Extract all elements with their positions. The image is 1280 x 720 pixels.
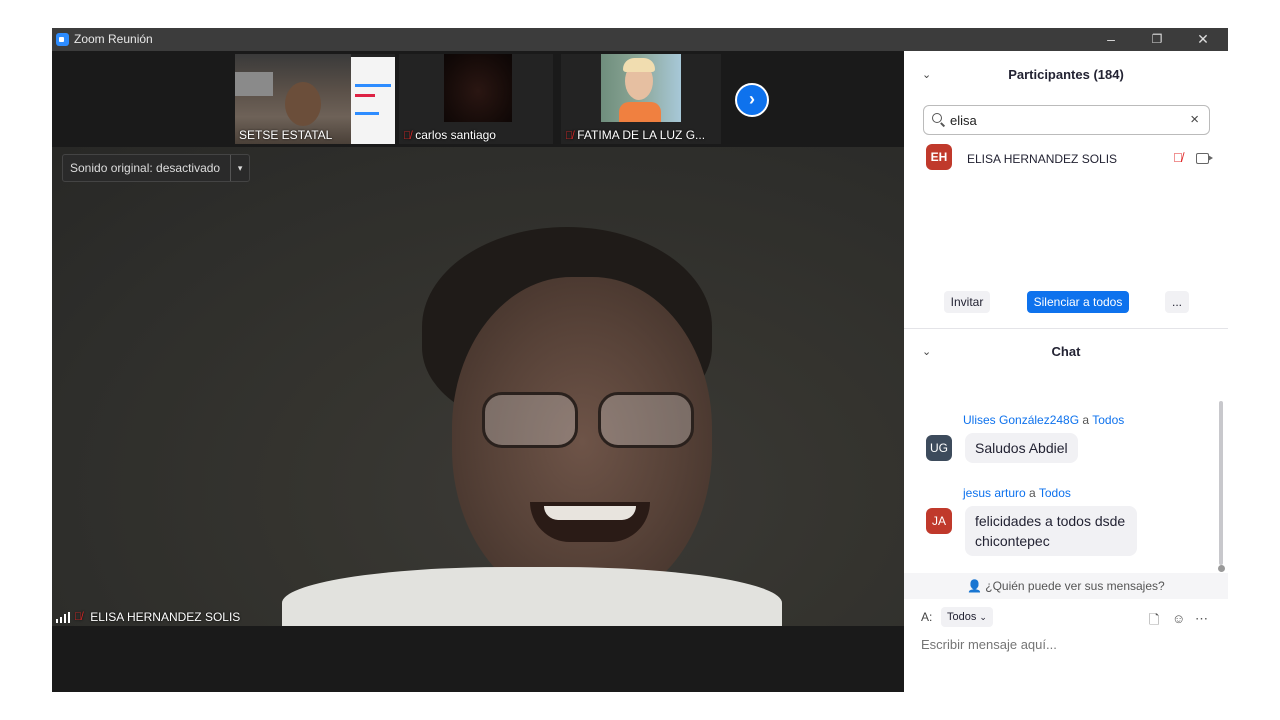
thumbnail-name: 🎙̸ FATIMA DE LA LUZ G... [565,128,705,142]
window-title: Zoom Reunión [74,32,153,46]
recipient-dropdown[interactable]: Todos ⌄ [941,607,993,627]
thumbnail-image-detail [235,72,273,96]
mic-muted-icon: 🎙̸ [565,130,574,142]
participant-search[interactable]: × [923,105,1210,135]
person-icon: 👤 [967,579,983,593]
section-divider [904,328,1228,329]
to-label: A: [921,610,933,624]
video-camera-icon[interactable] [1196,153,1209,164]
file-icon[interactable]: 🗋 [1149,611,1159,633]
active-speaker-video: Sonido original: desactivado ▾ 🎙̸ ELISA … [52,147,904,626]
chat-message-bubble: Saludos Abdiel [965,433,1078,463]
mic-muted-icon[interactable]: 🎙̸ [1173,150,1183,165]
speaker-name-label: 🎙̸ ELISA HERNANDEZ SOLIS [56,610,240,624]
mute-all-button[interactable]: Silenciar a todos [1027,291,1129,313]
chat-message-sender: jesus arturo a Todos [963,486,1071,500]
more-options-button[interactable]: ... [1165,291,1189,313]
participant-name: ELISA HERNANDEZ SOLIS [967,152,1118,166]
mic-muted-icon: 🎙̸ [74,611,83,623]
chat-message-sender: Ulises González248G a Todos [963,413,1124,427]
speaker-glasses [482,392,698,448]
avatar: JA [926,508,952,534]
zoom-window: Zoom Reunión – ❐ ✕ SETSE ESTATAL 🎙̸ carlo… [52,28,1228,692]
minimize-button[interactable]: – [1088,28,1134,51]
zoom-app-icon [56,33,69,46]
participant-row[interactable]: EH ELISA HERNANDEZ SOLIS 🎙̸ [926,144,1216,171]
chevron-down-icon: ⌄ [979,612,987,622]
thumbnail-screen-detail [355,84,391,87]
thumbnail-screen-detail [355,94,375,97]
thumbnail-shirt [619,102,661,122]
thumbnail-name: SETSE ESTATAL [239,128,333,142]
thumbnail-strip: SETSE ESTATAL 🎙̸ carlos santiago 🎙̸ FATIMA… [52,51,904,147]
speaker-name: ELISA HERNANDEZ SOLIS [90,610,241,624]
who-can-see-messages[interactable]: 👤 ¿Quién puede ver sus mensajes? [904,573,1228,599]
original-sound-label: Sonido original: desactivado [70,161,221,175]
thumbnail-screen-detail [355,112,379,115]
side-panel: ⌄ Participantes (184) × EH ELISA HERNAND… [904,51,1228,692]
participant-search-input[interactable] [950,111,1180,129]
restore-button[interactable]: ❐ [1134,28,1180,51]
who-can-see-text: ¿Quién puede ver sus mensajes? [985,579,1165,593]
search-icon [932,113,942,123]
thumbnail-image [444,54,512,122]
thumbnail-name-text: FATIMA DE LA LUZ G... [577,128,706,142]
clear-search-icon[interactable]: × [1190,111,1199,128]
chat-title: Chat [1051,344,1081,359]
more-icon[interactable]: ⋯ [1195,611,1208,627]
recipient-name: Todos [1092,413,1125,427]
thumbnail-hair [623,58,655,72]
thumbnail-face [285,82,321,126]
chat-message-input[interactable] [921,637,1211,652]
thumbnail-screen-share [351,57,395,144]
chat-message-bubble: felicidades a todos dsde chicontepec [965,506,1137,556]
close-button[interactable]: ✕ [1180,28,1226,51]
signal-strength-icon [56,611,70,623]
sender-to-separator: a [1029,486,1036,500]
title-bar: Zoom Reunión – ❐ ✕ [52,28,1228,51]
mic-muted-icon: 🎙̸ [403,130,412,142]
sender-name[interactable]: Ulises González248G [963,413,1079,427]
invite-button[interactable]: Invitar [944,291,990,313]
video-area: SETSE ESTATAL 🎙̸ carlos santiago 🎙̸ FATIMA… [52,51,904,692]
thumbnail-video[interactable]: 🎙̸ FATIMA DE LA LUZ G... [561,54,721,144]
chevron-down-icon[interactable]: ▾ [230,155,249,181]
thumbnail-video[interactable]: SETSE ESTATAL [235,54,395,144]
sender-to-separator: a [1082,413,1090,427]
original-sound-dropdown[interactable]: Sonido original: desactivado ▾ [62,154,251,182]
avatar: EH [926,144,952,170]
avatar: UG [926,435,952,461]
recipient-name: Todos [1038,486,1071,500]
emoji-icon[interactable]: ☺ [1172,611,1185,626]
speaker-shirt [282,567,782,626]
thumbnail-name: 🎙̸ carlos santiago [403,128,496,142]
thumbnail-video[interactable]: 🎙̸ carlos santiago [399,54,553,144]
sender-name[interactable]: jesus arturo [963,486,1026,500]
recipient-value: Todos [947,611,977,623]
chat-scrollbar[interactable] [1219,401,1223,565]
next-page-button[interactable]: › [735,83,769,117]
participants-title: Participantes (184) [1008,67,1124,82]
chat-scrollbar-thumb[interactable] [1218,565,1225,572]
thumbnail-name-text: carlos santiago [415,128,496,142]
